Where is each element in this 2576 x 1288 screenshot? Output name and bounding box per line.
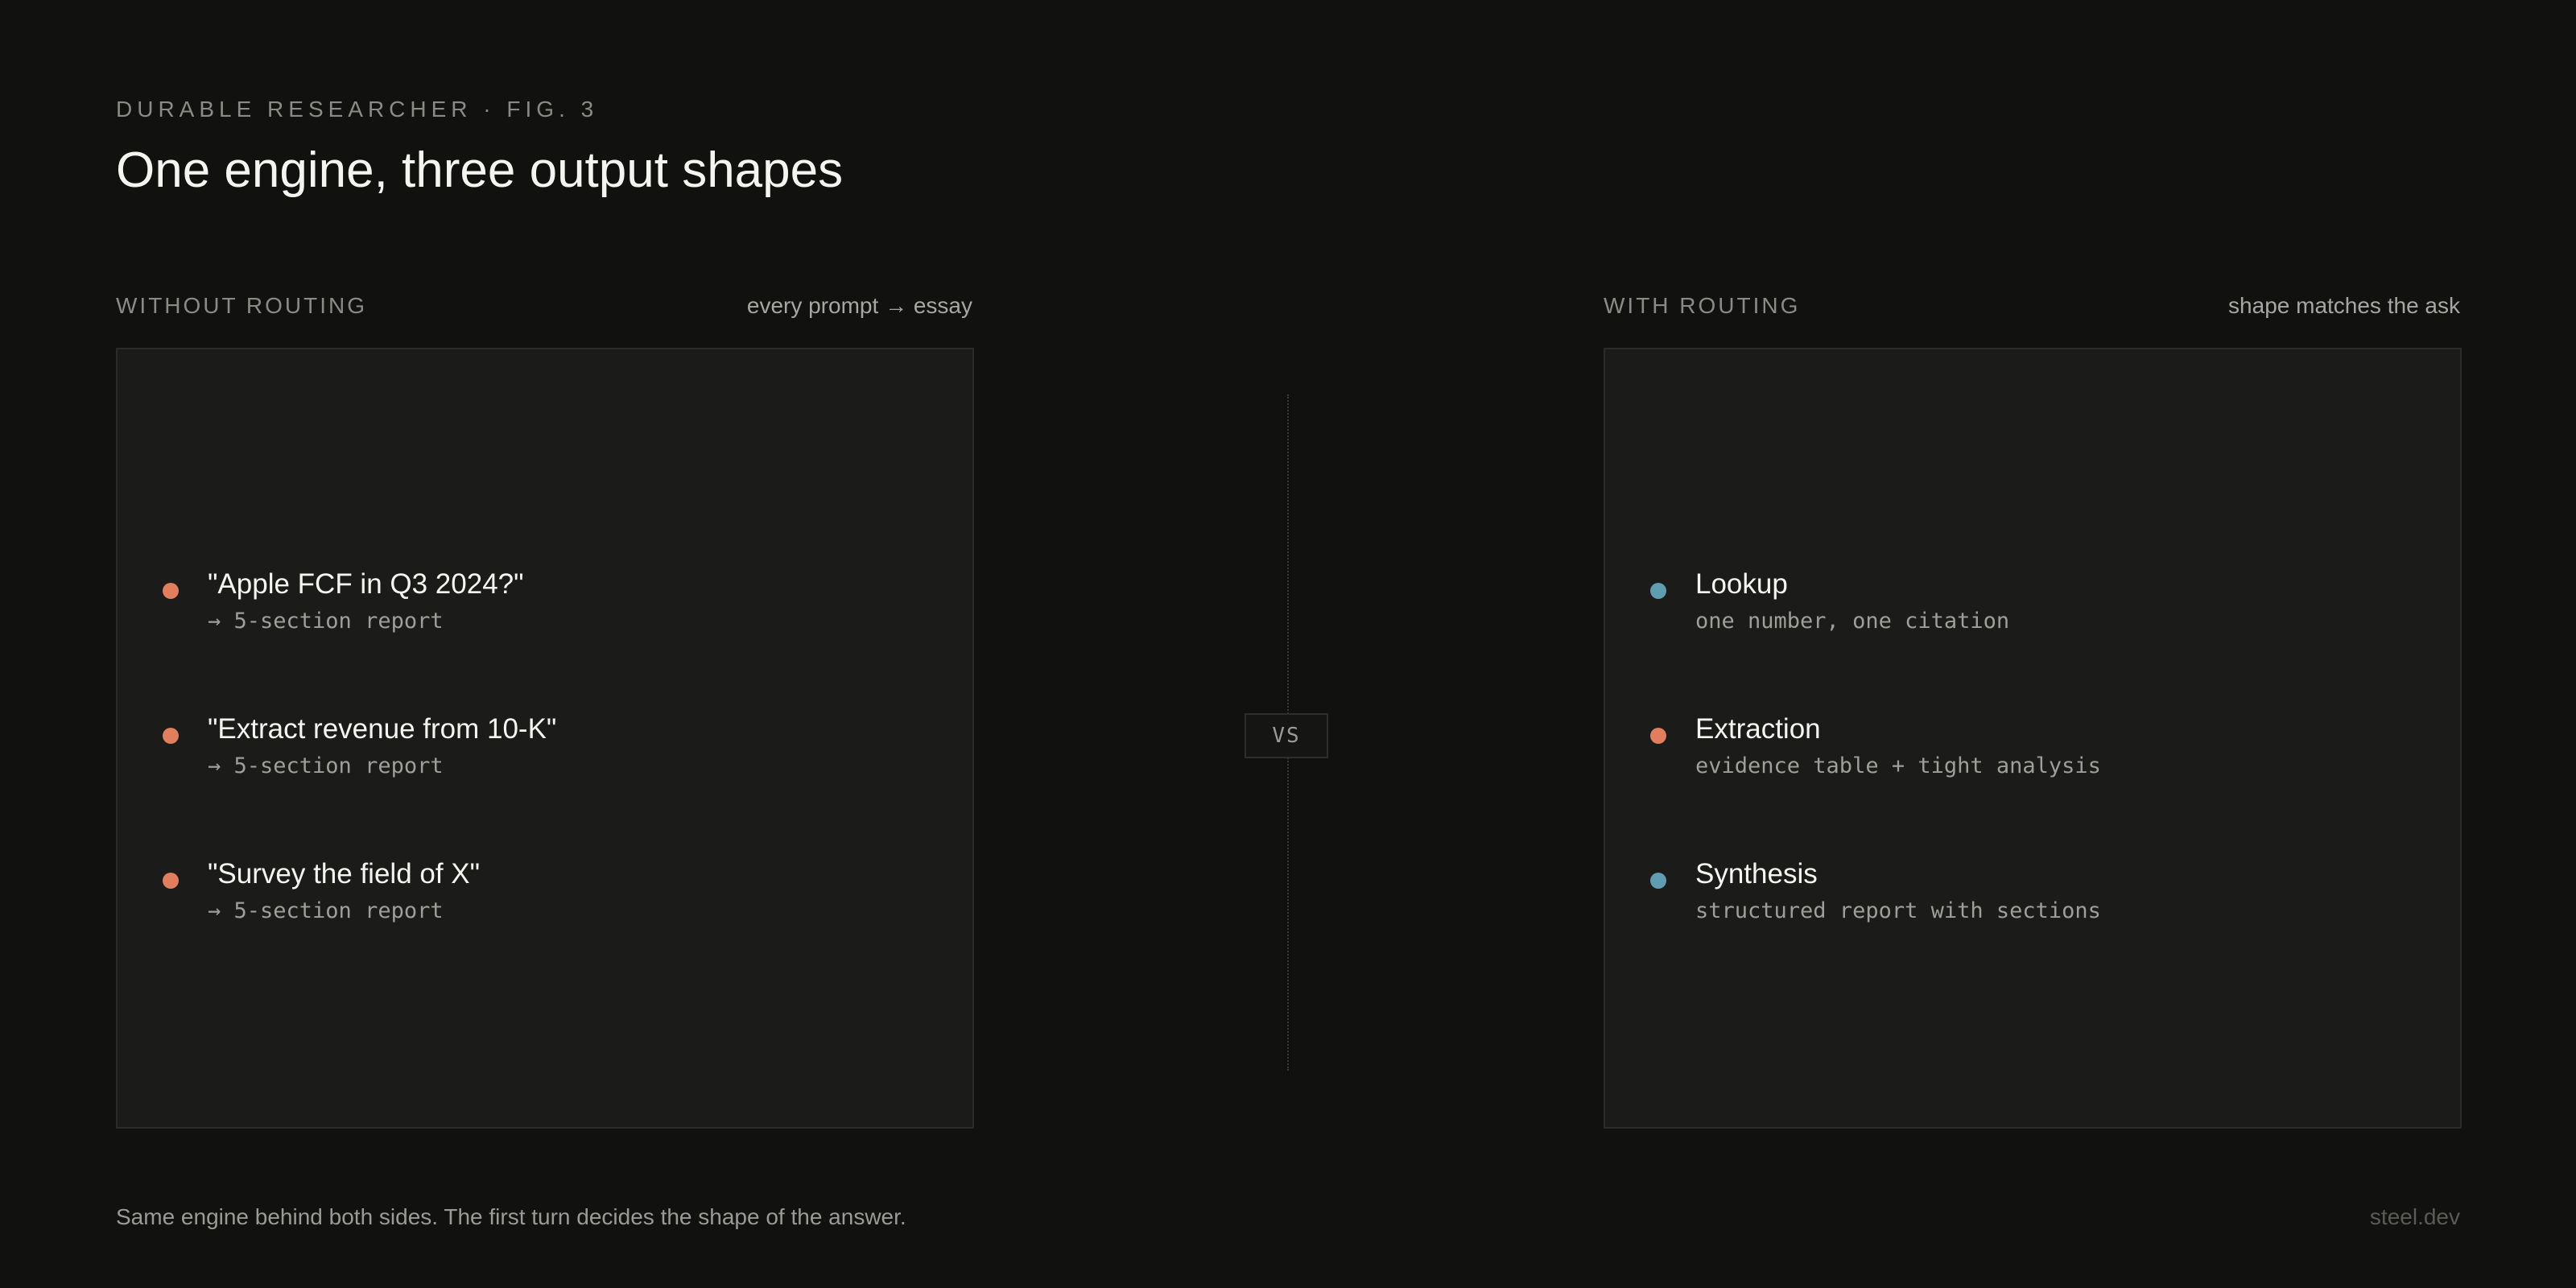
item-title: Lookup [1695, 568, 1788, 600]
footer-caption: Same engine behind both sides. The first… [116, 1204, 906, 1229]
status-dot-orange [163, 873, 179, 889]
list-item: Extraction evidence table + tight analys… [1650, 713, 2423, 786]
item-title: "Extract revenue from 10-K" [208, 713, 557, 745]
list-item: "Extract revenue from 10-K" → 5-section … [163, 713, 935, 786]
item-title: "Survey the field of X" [208, 858, 481, 890]
item-title: "Apple FCF in Q3 2024?" [208, 568, 524, 600]
list-item: Lookup one number, one citation [1650, 568, 2423, 641]
status-dot-orange [163, 728, 179, 744]
brand-link[interactable]: steel.dev [2370, 1204, 2460, 1230]
left-panel: "Apple FCF in Q3 2024?" → 5-section repo… [116, 348, 974, 1129]
left-column-label: WITHOUT ROUTING [116, 293, 368, 318]
list-item: "Apple FCF in Q3 2024?" → 5-section repo… [163, 568, 935, 641]
status-dot-orange [1650, 728, 1666, 744]
right-panel: Lookup one number, one citation Extracti… [1604, 348, 2462, 1129]
item-title: Synthesis [1695, 858, 1818, 890]
item-subtitle: → 5-section report [208, 753, 444, 778]
status-dot-blue [1650, 583, 1666, 599]
list-item: "Survey the field of X" → 5-section repo… [163, 858, 935, 931]
status-dot-blue [1650, 873, 1666, 889]
left-column-note: every prompt → essay [746, 293, 972, 318]
left-column-header: WITHOUT ROUTING every prompt → essay [116, 293, 972, 325]
page-title: One engine, three output shapes [116, 142, 844, 198]
right-column-header: WITH ROUTING shape matches the ask [1604, 293, 2460, 325]
list-item: Synthesis structured report with section… [1650, 858, 2423, 931]
status-dot-orange [163, 583, 179, 599]
item-subtitle: → 5-section report [208, 609, 444, 634]
item-title: Extraction [1695, 713, 1821, 745]
item-subtitle: one number, one citation [1695, 609, 2010, 634]
item-subtitle: evidence table + tight analysis [1695, 753, 2101, 778]
item-subtitle: → 5-section report [208, 898, 444, 923]
eyebrow-label: DURABLE RESEARCHER · FIG. 3 [116, 97, 599, 122]
vs-badge: VS [1245, 713, 1328, 758]
right-column-note: shape matches the ask [2228, 293, 2460, 318]
right-column-label: WITH ROUTING [1604, 293, 1801, 318]
item-subtitle: structured report with sections [1695, 898, 2101, 923]
